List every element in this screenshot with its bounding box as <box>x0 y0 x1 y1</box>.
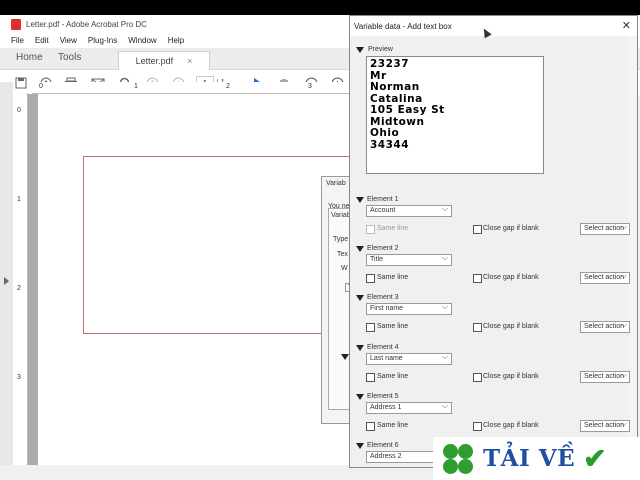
close-gap-label: Close gap if blank <box>483 274 539 281</box>
menu-plugins[interactable]: Plug-Ins <box>88 36 117 45</box>
collapse-element-icon[interactable] <box>356 443 364 449</box>
close-gap-checkbox[interactable] <box>473 373 482 382</box>
save-icon[interactable] <box>13 75 29 91</box>
background-dialog-title: Variab <box>326 180 346 187</box>
ruler-v-mark: 1 <box>17 196 21 203</box>
ruler-h-mark: 0 <box>39 83 43 90</box>
element-field-select[interactable]: Last name <box>366 352 452 365</box>
menu-view[interactable]: View <box>60 36 77 45</box>
close-gap-checkbox[interactable] <box>473 422 482 431</box>
collapse-element-icon[interactable] <box>356 295 364 301</box>
watermark-logo: TẢI VỀ ✔ <box>433 437 640 480</box>
element-field-select[interactable]: Account <box>366 204 452 217</box>
same-line-checkbox[interactable] <box>366 274 375 283</box>
ruler-v-mark: 3 <box>17 374 21 381</box>
text-box-placeholder[interactable] <box>83 156 350 334</box>
same-line-label: Same line <box>377 323 409 330</box>
tab-close-icon[interactable]: × <box>187 56 192 66</box>
element-label: Element 5 <box>367 393 399 400</box>
select-action-dropdown[interactable]: Select action <box>580 222 630 235</box>
ruler-v-mark: 2 <box>17 285 21 292</box>
background-text-label: Tex <box>337 251 348 258</box>
element-label: Element 6 <box>367 442 399 449</box>
close-gap-checkbox[interactable] <box>473 323 482 332</box>
preview-line: 23237 <box>370 58 410 70</box>
preview-line: 34344 <box>370 138 410 151</box>
collapse-element-icon[interactable] <box>356 197 364 203</box>
element-label: Element 1 <box>367 196 399 203</box>
preview-label: Preview <box>368 46 393 53</box>
same-line-checkbox[interactable] <box>366 323 375 332</box>
same-line-label: Same line <box>377 274 409 281</box>
left-panel-strip <box>0 82 13 465</box>
ruler-v-mark: 0 <box>17 107 21 114</box>
same-line-checkbox[interactable] <box>366 373 375 382</box>
element-label: Element 4 <box>367 344 399 351</box>
element-label: Element 2 <box>367 245 399 252</box>
preview-box: 23237 Mr Norman Catalina 105 Easy St Mid… <box>366 56 544 174</box>
collapse-element-icon[interactable] <box>356 394 364 400</box>
close-gap-label: Close gap if blank <box>483 422 539 429</box>
same-line-checkbox <box>366 225 375 234</box>
clover-icon <box>441 442 475 476</box>
collapse-element-icon[interactable] <box>356 246 364 252</box>
menu-window[interactable]: Window <box>128 36 156 45</box>
close-icon[interactable]: ✕ <box>622 19 631 32</box>
logo-text: TẢI VỀ <box>483 445 576 472</box>
ruler-h-mark: 2 <box>226 83 230 90</box>
dialog-title: Variable data - Add text box <box>354 21 452 31</box>
select-action-dropdown[interactable]: Select action <box>580 320 630 333</box>
same-line-checkbox[interactable] <box>366 422 375 431</box>
expand-panel-icon[interactable] <box>4 277 9 285</box>
same-line-label: Same line <box>377 373 409 380</box>
close-gap-checkbox[interactable] <box>473 274 482 283</box>
element-field-select[interactable]: First name <box>366 302 452 315</box>
collapse-preview-icon[interactable] <box>356 47 364 53</box>
background-w-label: W <box>341 265 348 272</box>
background-subdialog-title: Variab <box>331 212 351 219</box>
element-field-select[interactable]: Title <box>366 253 452 266</box>
element-label: Element 3 <box>367 294 399 301</box>
menu-help[interactable]: Help <box>168 36 184 45</box>
collapse-element-icon[interactable] <box>356 345 364 351</box>
tab-document-label: Letter.pdf <box>135 56 174 66</box>
dialog-scrollbar[interactable] <box>629 36 637 467</box>
ruler-h-mark: 1 <box>134 83 138 90</box>
background-type-label: Type <box>333 236 349 243</box>
window-title: Letter.pdf - Adobe Acrobat Pro DC <box>26 19 147 29</box>
preview-line: 105 Easy St <box>370 104 445 116</box>
horizontal-ruler: 0 1 2 3 <box>32 82 350 94</box>
same-line-label: Same line <box>377 225 409 232</box>
element-field-select[interactable]: Address 1 <box>366 401 452 414</box>
preview-line: Norman <box>370 81 420 93</box>
select-action-dropdown[interactable]: Select action <box>580 419 630 432</box>
tab-tools[interactable]: Tools <box>58 52 81 63</box>
variable-data-dialog: Variable data - Add text box ✕ Preview 2… <box>349 15 638 468</box>
close-gap-label: Close gap if blank <box>483 373 539 380</box>
menu-edit[interactable]: Edit <box>35 36 49 45</box>
menu-file[interactable]: File <box>11 36 24 45</box>
close-gap-label: Close gap if blank <box>483 323 539 330</box>
close-gap-checkbox[interactable] <box>473 225 482 234</box>
vertical-ruler: 0 1 2 3 <box>13 93 28 465</box>
checkmark-icon: ✔ <box>583 443 607 474</box>
preview-line: Ohio <box>370 127 400 139</box>
ruler-h-mark: 3 <box>308 83 312 90</box>
dialog-titlebar: Variable data - Add text box ✕ <box>350 16 637 36</box>
background-collapse-icon <box>341 354 349 360</box>
tab-document[interactable]: Letter.pdf × <box>118 51 210 70</box>
tab-home[interactable]: Home <box>16 52 43 63</box>
close-gap-label: Close gap if blank <box>483 225 539 232</box>
select-action-dropdown[interactable]: Select action <box>580 370 630 383</box>
select-action-dropdown[interactable]: Select action <box>580 271 630 284</box>
pdf-app-icon <box>11 18 21 30</box>
same-line-label: Same line <box>377 422 409 429</box>
